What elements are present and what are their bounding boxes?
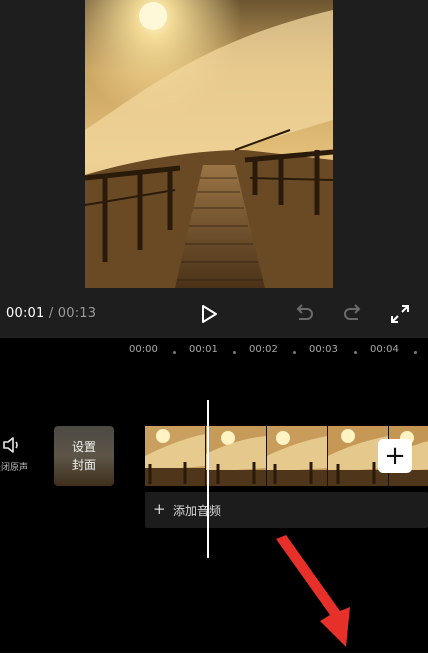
time-separator: /	[48, 306, 54, 321]
ruler-dot	[293, 351, 296, 354]
current-time: 00:01	[6, 306, 45, 321]
total-time: 00:13	[57, 306, 97, 321]
timeline[interactable]: 00:00 00:01 00:02 00:03 00:04 关闭原声 设置 封面	[0, 338, 428, 652]
video-preview[interactable]	[85, 0, 333, 288]
undo-icon[interactable]	[291, 301, 317, 327]
ruler-mark: 00:01	[189, 344, 218, 355]
set-cover-label-line2: 封面	[71, 458, 96, 472]
mute-original-button[interactable]: 关闭原声	[0, 434, 36, 478]
add-audio-label: 添加音频	[173, 504, 222, 518]
speaker-icon	[3, 437, 18, 453]
ruler-dot	[173, 351, 176, 354]
ruler-mark: 00:02	[249, 344, 278, 355]
clip-thumbnail	[206, 426, 267, 486]
ruler-dot	[414, 351, 417, 354]
ruler-mark: 00:00	[129, 344, 158, 355]
preview-area: 00:01 / 00:13	[0, 0, 428, 338]
fullscreen-icon[interactable]	[387, 301, 413, 327]
set-cover-button[interactable]: 设置 封面	[54, 426, 114, 486]
plus-icon: +	[153, 500, 166, 518]
clip-thumbnail	[145, 426, 206, 486]
time-display: 00:01 / 00:13	[6, 306, 96, 321]
ruler-mark: 00:03	[309, 344, 338, 355]
player-controls: 00:01 / 00:13	[0, 300, 428, 328]
clip-thumbnail	[267, 426, 328, 486]
ruler-dot	[354, 351, 357, 354]
mute-original-label: 关闭原声	[0, 463, 29, 473]
add-audio-button[interactable]: + 添加音频	[145, 492, 428, 528]
annotation-arrow-icon	[276, 535, 350, 647]
redo-icon[interactable]	[340, 301, 366, 327]
plus-icon: +	[384, 441, 406, 471]
playhead[interactable]	[207, 400, 209, 558]
play-icon[interactable]	[196, 301, 222, 327]
ruler-dot	[233, 351, 236, 354]
set-cover-label: 设置 封面	[54, 438, 114, 474]
add-clip-button[interactable]: +	[378, 439, 412, 473]
set-cover-label-line1: 设置	[71, 440, 96, 454]
preview-image	[85, 0, 333, 288]
time-ruler: 00:00 00:01 00:02 00:03 00:04	[0, 344, 428, 362]
ruler-mark: 00:04	[370, 344, 399, 355]
